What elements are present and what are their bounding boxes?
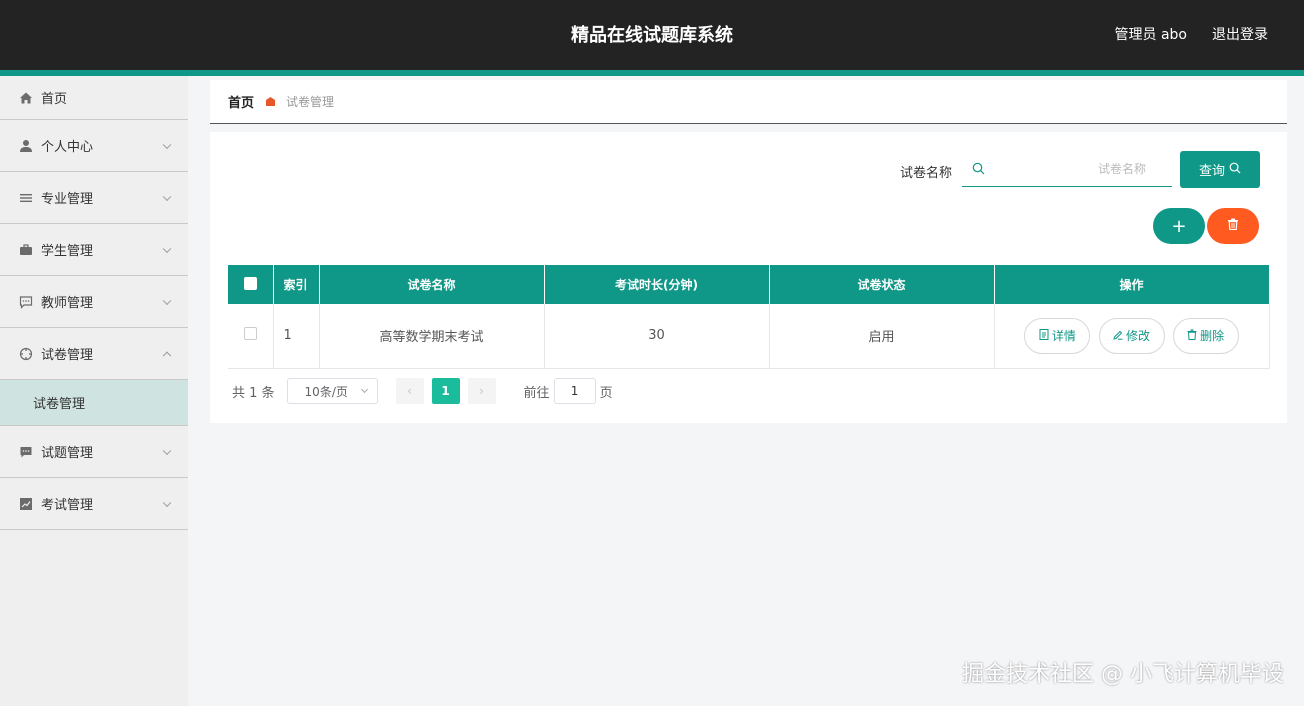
- goto-page-input[interactable]: [553, 378, 596, 404]
- delete-button-label: 删除: [1200, 329, 1225, 344]
- list-icon: [18, 190, 34, 206]
- edit-button-label: 修改: [1125, 329, 1150, 344]
- sidebar-item-label: 个人中心: [41, 140, 94, 155]
- chevron-down-icon: [162, 446, 172, 455]
- select-all-checkbox[interactable]: [228, 265, 274, 304]
- sidebar-item-label: 试题管理: [41, 446, 94, 461]
- sidebar-item-label: 试卷管理: [41, 348, 94, 363]
- sidebar: 首页 个人中心 专业管理 学生管理 教师管理 试卷管理 试卷管理 试题管理 考试…: [0, 76, 188, 706]
- chat-icon: [18, 294, 34, 310]
- trash-icon: [1227, 218, 1239, 234]
- sidebar-item-home[interactable]: 首页: [0, 76, 188, 120]
- goto-label: 前往: [523, 385, 550, 401]
- pencil-icon: [1113, 329, 1123, 343]
- sidebar-item-label: 专业管理: [41, 192, 94, 207]
- plus-icon: +: [1171, 215, 1187, 237]
- sidebar-item-personal-center[interactable]: 个人中心: [0, 120, 188, 172]
- chart-icon: [18, 496, 34, 512]
- breadcrumb: 首页 试卷管理: [210, 80, 1287, 124]
- search-input[interactable]: [986, 159, 1146, 179]
- chevron-up-icon: [162, 351, 172, 360]
- column-header-duration: 考试时长(分钟): [544, 265, 770, 304]
- compass-icon: [18, 346, 34, 362]
- next-page-button[interactable]: ›: [467, 378, 496, 404]
- cell-duration: 30: [544, 304, 770, 369]
- watermark-text: 掘金技术社区 @ 小飞计算机毕设: [962, 662, 1284, 687]
- sidebar-item-label: 学生管理: [41, 244, 94, 259]
- chevron-down-icon: [162, 498, 172, 507]
- breadcrumb-separator-icon: [264, 96, 276, 108]
- chevron-right-icon: ›: [479, 384, 484, 398]
- logout-link[interactable]: 退出登录: [1212, 24, 1268, 44]
- query-button[interactable]: 查询: [1180, 151, 1260, 188]
- sidebar-item-question-management[interactable]: 试题管理: [0, 426, 188, 478]
- main-panel: 试卷名称 查询 + 索引 试卷名称 考试时长(分钟) 试卷状态: [210, 132, 1287, 423]
- add-button[interactable]: +: [1153, 208, 1205, 244]
- table-row: 1 高等数学期末考试 30 启用 详情 修改 删除: [228, 304, 1270, 369]
- detail-button[interactable]: 详情: [1024, 317, 1091, 354]
- app-title: 精品在线试题库系统: [571, 25, 733, 46]
- column-header-index: 索引: [273, 265, 320, 304]
- page-size-select[interactable]: 10条/页: [286, 378, 378, 404]
- chevron-down-icon: [360, 385, 368, 394]
- cell-status: 启用: [769, 304, 995, 369]
- chevron-down-icon: [162, 296, 172, 305]
- cell-index: 1: [273, 304, 320, 369]
- column-header-status: 试卷状态: [769, 265, 995, 304]
- search-icon: [1229, 162, 1241, 178]
- header-accent-bar: [0, 70, 1304, 76]
- row-checkbox[interactable]: [228, 304, 274, 369]
- sidebar-item-major-management[interactable]: 专业管理: [0, 172, 188, 224]
- search-icon: [972, 162, 986, 176]
- search-label: 试卷名称: [900, 166, 953, 181]
- sidebar-item-student-management[interactable]: 学生管理: [0, 224, 188, 276]
- page-suffix-label: 页: [599, 385, 613, 401]
- sidebar-item-label: 教师管理: [41, 296, 94, 311]
- breadcrumb-home[interactable]: 首页: [228, 92, 254, 111]
- page-size-value: 10条/页: [304, 384, 348, 399]
- pagination: 共 1 条 10条/页 ‹ 1 › 前往 页: [232, 377, 613, 405]
- home-icon: [18, 90, 34, 106]
- briefcase-icon: [18, 242, 34, 258]
- chevron-down-icon: [162, 192, 172, 201]
- delete-button[interactable]: 删除: [1172, 317, 1239, 354]
- sidebar-subitem-exam-paper-management[interactable]: 试卷管理: [0, 380, 188, 426]
- cell-name: 高等数学期末考试: [319, 304, 545, 369]
- sidebar-item-teacher-management[interactable]: 教师管理: [0, 276, 188, 328]
- sidebar-item-label: 首页: [41, 92, 68, 107]
- page-number-current[interactable]: 1: [431, 378, 460, 404]
- pagination-total: 共 1 条: [232, 385, 275, 401]
- detail-button-label: 详情: [1051, 329, 1076, 344]
- document-icon: [1039, 328, 1049, 343]
- current-user-label: 管理员 abo: [1114, 27, 1187, 43]
- top-header: 精品在线试题库系统 管理员 abo 退出登录: [0, 0, 1304, 70]
- table-header-row: 索引 试卷名称 考试时长(分钟) 试卷状态 操作: [228, 265, 1270, 304]
- search-field: [962, 151, 1172, 187]
- sidebar-item-label: 考试管理: [41, 498, 94, 513]
- sidebar-subitem-label: 试卷管理: [33, 397, 86, 412]
- prev-page-button[interactable]: ‹: [395, 378, 424, 404]
- query-button-label: 查询: [1198, 164, 1225, 179]
- sidebar-item-exam-paper-management[interactable]: 试卷管理: [0, 328, 188, 380]
- breadcrumb-current: 试卷管理: [286, 95, 335, 109]
- cell-actions: 详情 修改 删除: [994, 304, 1270, 369]
- chevron-down-icon: [162, 140, 172, 149]
- chevron-down-icon: [162, 244, 172, 253]
- batch-delete-button[interactable]: [1207, 208, 1259, 244]
- column-header-actions: 操作: [994, 265, 1270, 304]
- message-icon: [18, 444, 34, 460]
- edit-button[interactable]: 修改: [1098, 317, 1165, 354]
- column-header-name: 试卷名称: [319, 265, 545, 304]
- trash-icon: [1187, 329, 1197, 343]
- chevron-left-icon: ‹: [407, 384, 412, 398]
- sidebar-item-exam-management[interactable]: 考试管理: [0, 478, 188, 530]
- user-icon: [18, 138, 34, 154]
- exam-paper-table: 索引 试卷名称 考试时长(分钟) 试卷状态 操作 1 高等数学期末考试 30 启…: [228, 265, 1270, 369]
